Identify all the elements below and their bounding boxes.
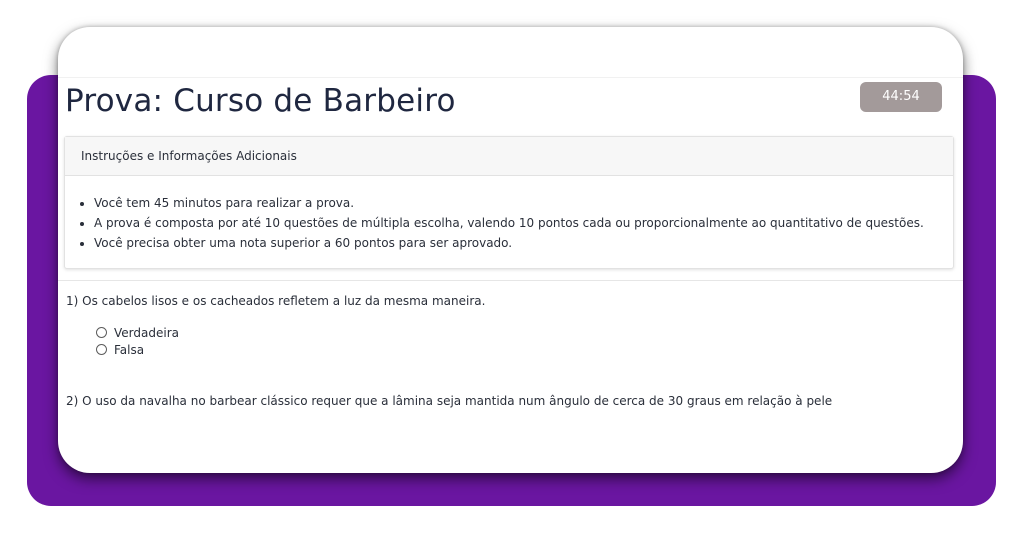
- instructions-list: Você tem 45 minutos para realizar a prov…: [65, 176, 953, 253]
- option-falsa[interactable]: Falsa: [96, 341, 179, 358]
- option-verdadeira[interactable]: Verdadeira: [96, 324, 179, 341]
- option-label: Verdadeira: [114, 325, 179, 340]
- page-title: Prova: Curso de Barbeiro: [65, 83, 456, 119]
- question-1-options: Verdadeira Falsa: [96, 324, 179, 358]
- countdown-timer: 44:54: [860, 82, 942, 112]
- section-divider: [58, 280, 963, 281]
- instruction-item: Você precisa obter uma nota superior a 6…: [94, 233, 953, 253]
- instruction-item: Você tem 45 minutos para realizar a prov…: [94, 193, 953, 213]
- question-1-text: 1) Os cabelos lisos e os cacheados refle…: [66, 294, 486, 308]
- instructions-header: Instruções e Informações Adicionais: [65, 137, 953, 176]
- radio-button[interactable]: [96, 327, 107, 338]
- instructions-panel: Instruções e Informações Adicionais Você…: [64, 136, 954, 269]
- exam-card: Prova: Curso de Barbeiro 44:54 Instruçõe…: [58, 27, 963, 473]
- instruction-item: A prova é composta por até 10 questões d…: [94, 213, 953, 233]
- option-label: Falsa: [114, 342, 145, 357]
- question-2-text: 2) O uso da navalha no barbear clássico …: [66, 394, 833, 408]
- radio-button[interactable]: [96, 344, 107, 355]
- card-top-divider: [58, 77, 963, 78]
